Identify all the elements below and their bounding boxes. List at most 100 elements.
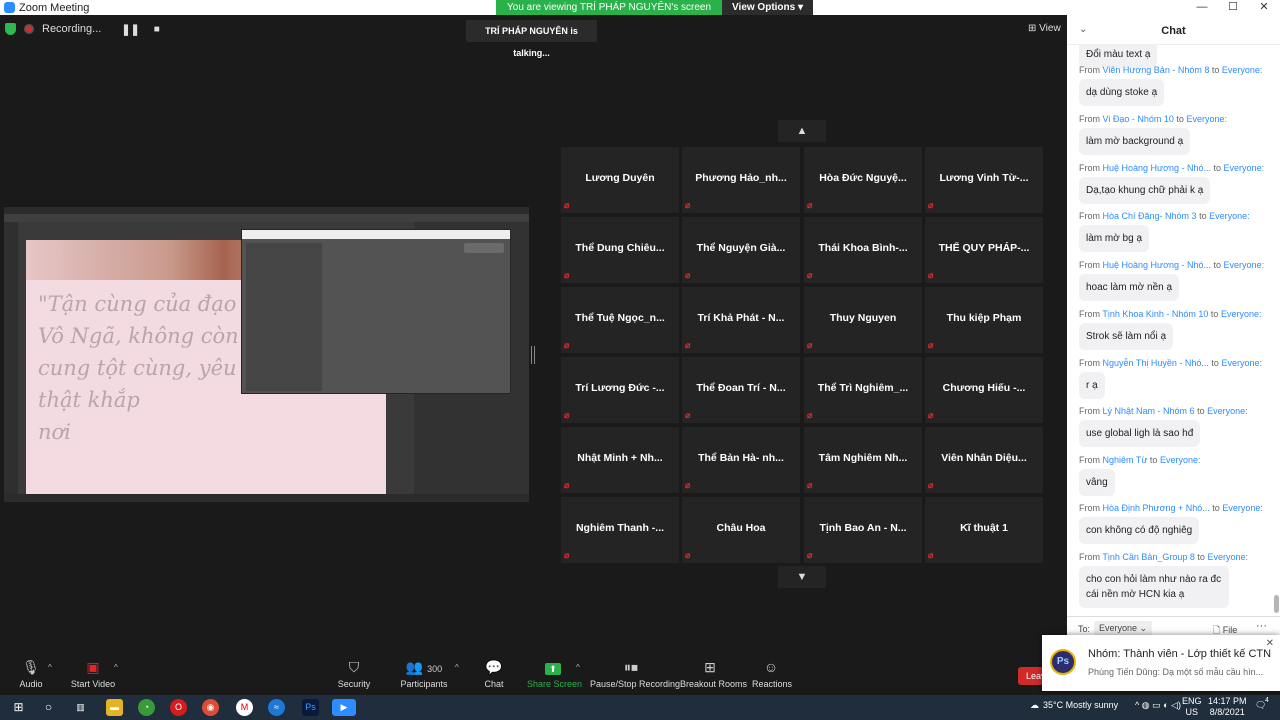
participant-tile[interactable]: Chương Hiếu -... ⌀ — [925, 357, 1043, 423]
pause-recording-icon[interactable]: ❚❚ — [121, 23, 139, 36]
zoom-taskbar-icon[interactable]: ▶ — [332, 699, 356, 716]
chat-message-text: Strok sẽ làm nổi ạ — [1079, 323, 1174, 350]
participants-caret-icon[interactable]: ^ — [455, 663, 459, 672]
participant-tile[interactable]: Thể Đoan Trí - N... ⌀ — [682, 357, 800, 423]
photoshop-icon[interactable]: Ps — [302, 699, 319, 716]
participants-button[interactable]: 👥 300 Participants — [399, 655, 449, 695]
notification-body: Phùng Tiến Dũng: Dạ một số mẫu cầu hìn..… — [1088, 667, 1264, 677]
tray-icons[interactable]: ^ ◍ ▭ ◐ ◁) — [1135, 700, 1181, 711]
participant-tile[interactable]: Thể Dung Chiêu... ⌀ — [561, 217, 679, 283]
recipient-select[interactable]: Everyone ⌄ — [1094, 621, 1153, 636]
chat-sender[interactable]: Huệ Hoàng Hương - Nhó... — [1103, 163, 1211, 173]
participant-tile[interactable]: Phương Hảo_nh... ⌀ — [682, 147, 800, 213]
participant-tile[interactable]: Lương Vinh Từ-... ⌀ — [925, 147, 1043, 213]
participant-tile[interactable]: Thể Bản Hà- nh... ⌀ — [682, 427, 800, 493]
coccoc-browser-icon[interactable]: ◔ — [138, 699, 155, 716]
participant-tile[interactable]: Thuy Nguyen ⌀ — [804, 287, 922, 353]
close-icon[interactable]: ✕ — [1266, 638, 1274, 649]
participants-count: 300 — [427, 664, 443, 674]
video-options-caret-icon[interactable]: ^ — [114, 663, 118, 672]
notification-toast[interactable]: Ps Nhóm: Thành viên - Lớp thiết kế CTN P… — [1042, 635, 1280, 691]
reactions-button[interactable]: ☺ Reactions — [752, 655, 792, 695]
breakout-rooms-button[interactable]: ⊞ Breakout Rooms — [680, 655, 747, 695]
participant-tile[interactable]: Thu kiệp Phạm ⌀ — [925, 287, 1043, 353]
pause-stop-recording-button[interactable]: ⏸⏹ Pause/Stop Recording — [590, 655, 680, 695]
muted-mic-icon: ⌀ — [807, 410, 813, 420]
ps-status-bar — [4, 494, 529, 502]
participant-tile[interactable]: Viên Nhân Diệu... ⌀ — [925, 427, 1043, 493]
chat-sender[interactable]: Hòa Định Phương + Nhó... — [1103, 503, 1210, 513]
chrome-icon[interactable]: ◉ — [202, 699, 219, 716]
chat-sender[interactable]: Lý Nhật Nam - Nhóm 6 — [1103, 406, 1195, 416]
search-icon[interactable]: ○ — [40, 699, 57, 716]
chat-sender[interactable]: Hòa Chí Đăng- Nhóm 3 — [1103, 211, 1197, 221]
chat-recipient: Everyone: — [1223, 260, 1265, 270]
view-button[interactable]: ⊞ View — [1028, 23, 1061, 34]
maximize-icon[interactable]: ☐ — [1218, 0, 1248, 15]
participant-tile[interactable]: Trí Lương Đức -... ⌀ — [561, 357, 679, 423]
gallery-page-up-button[interactable]: ▲ — [778, 120, 826, 142]
gmail-icon[interactable]: M — [236, 699, 253, 716]
chat-sender[interactable]: Vi Đạo - Nhóm 10 — [1103, 114, 1174, 124]
share-screen-button[interactable]: ⬆ Share Screen — [527, 655, 582, 695]
participant-tile[interactable]: THỂ QUY PHÁP-... ⌀ — [925, 217, 1043, 283]
participant-tile[interactable]: Lương Duyên ⌀ — [561, 147, 679, 213]
chat-sender[interactable]: Viên Hương Bản - Nhóm 8 — [1103, 65, 1210, 75]
participant-tile[interactable]: Châu Hoa ⌀ — [682, 497, 800, 563]
participant-tile[interactable]: Thái Khoa Bình-... ⌀ — [804, 217, 922, 283]
chat-message: From Tịnh Cần Bản_Group 8 to Everyone: ch… — [1079, 552, 1273, 608]
security-button[interactable]: ⛉ Security — [335, 655, 373, 695]
chat-button[interactable]: 💬 Chat — [480, 655, 508, 695]
participant-name: Thể Bản Hà- nh... — [698, 452, 784, 464]
muted-mic-icon: ⌀ — [807, 200, 813, 210]
chat-sender[interactable]: Tịnh Khoa Kinh - Nhóm 10 — [1102, 309, 1208, 319]
clock[interactable]: 14:17 PM 8/8/2021 — [1208, 696, 1247, 718]
stop-recording-icon[interactable]: ■ — [154, 24, 160, 35]
participant-name: Viên Nhân Diệu... — [941, 452, 1027, 464]
audio-button[interactable]: 🎙 Audio — [14, 655, 48, 695]
participant-tile[interactable]: Nhật Minh + Nh... ⌀ — [561, 427, 679, 493]
chat-message-from: From Huệ Hoàng Hương - Nhó... to Everyon… — [1079, 163, 1265, 173]
chat-sender[interactable]: Nguyễn Thị Huyền - Nhó... — [1103, 358, 1209, 368]
participant-tile[interactable]: Thể Trì Nghiêm_... ⌀ — [804, 357, 922, 423]
chat-message: From Nguyễn Thị Huyền - Nhó... to Everyo… — [1079, 358, 1273, 399]
participant-tile[interactable]: Thể Nguyện Già... ⌀ — [682, 217, 800, 283]
more-options-icon[interactable]: ··· — [1256, 620, 1267, 632]
muted-mic-icon: ⌀ — [928, 480, 934, 490]
chat-sender[interactable]: Nghiêm Từ — [1103, 455, 1148, 465]
split-handle[interactable] — [531, 346, 535, 364]
start-video-button[interactable]: ▣ Start Video — [68, 655, 118, 695]
chat-message: From Lý Nhật Nam - Nhóm 6 to Everyone: us… — [1079, 406, 1273, 447]
chat-message: From Hòa Định Phương + Nhó... to Everyon… — [1079, 503, 1273, 544]
opera-icon[interactable]: O — [170, 699, 187, 716]
participant-tile[interactable]: Thể Tuệ Ngọc_n... ⌀ — [561, 287, 679, 353]
participant-tile[interactable]: Tịnh Bao An - N... ⌀ — [804, 497, 922, 563]
messenger-icon[interactable]: ≈ — [268, 699, 285, 716]
chat-message: From Viên Hương Bản - Nhóm 8 to Everyone… — [1079, 65, 1273, 106]
muted-mic-icon: ⌀ — [807, 340, 813, 350]
file-explorer-icon[interactable]: ▬ — [106, 699, 123, 716]
participant-tile[interactable]: Tâm Nghiêm Nh... ⌀ — [804, 427, 922, 493]
participant-tile[interactable]: Hòa Đức Nguyệ... ⌀ — [804, 147, 922, 213]
minimize-icon[interactable]: — — [1187, 0, 1217, 15]
windows-start-icon[interactable]: ⊞ — [10, 699, 27, 716]
chat-recipient: Everyone: — [1207, 552, 1248, 562]
participant-tile[interactable]: Kĩ thuật 1 ⌀ — [925, 497, 1043, 563]
weather-icon: ☁ — [1030, 700, 1039, 710]
language-indicator[interactable]: ENG US — [1182, 696, 1202, 718]
chat-message-list[interactable]: Đổi màu text ạ From Viên Hương Bản - Nhó… — [1067, 45, 1275, 615]
audio-options-caret-icon[interactable]: ^ — [48, 663, 52, 672]
recording-label: Recording... — [42, 23, 102, 35]
participant-tile[interactable]: Nghiêm Thanh -... ⌀ — [561, 497, 679, 563]
chat-sender[interactable]: Huệ Hoàng Hương - Nhó... — [1103, 260, 1211, 270]
chat-sender[interactable]: Tịnh Cần Bản_Group 8 — [1102, 552, 1195, 562]
close-window-icon[interactable]: ✕ — [1249, 0, 1279, 15]
chat-scrollbar[interactable] — [1274, 55, 1279, 625]
weather-text[interactable]: 35°C Mostly sunny — [1043, 700, 1118, 710]
share-options-caret-icon[interactable]: ^ — [576, 663, 580, 672]
participant-tile[interactable]: Trí Khả Phát - N... ⌀ — [682, 287, 800, 353]
task-view-icon[interactable]: ▥ — [72, 699, 89, 716]
gallery-page-down-button[interactable]: ▼ — [778, 566, 826, 588]
view-options-button[interactable]: View Options ▾ — [722, 0, 814, 15]
muted-mic-icon: ⌀ — [685, 410, 691, 420]
